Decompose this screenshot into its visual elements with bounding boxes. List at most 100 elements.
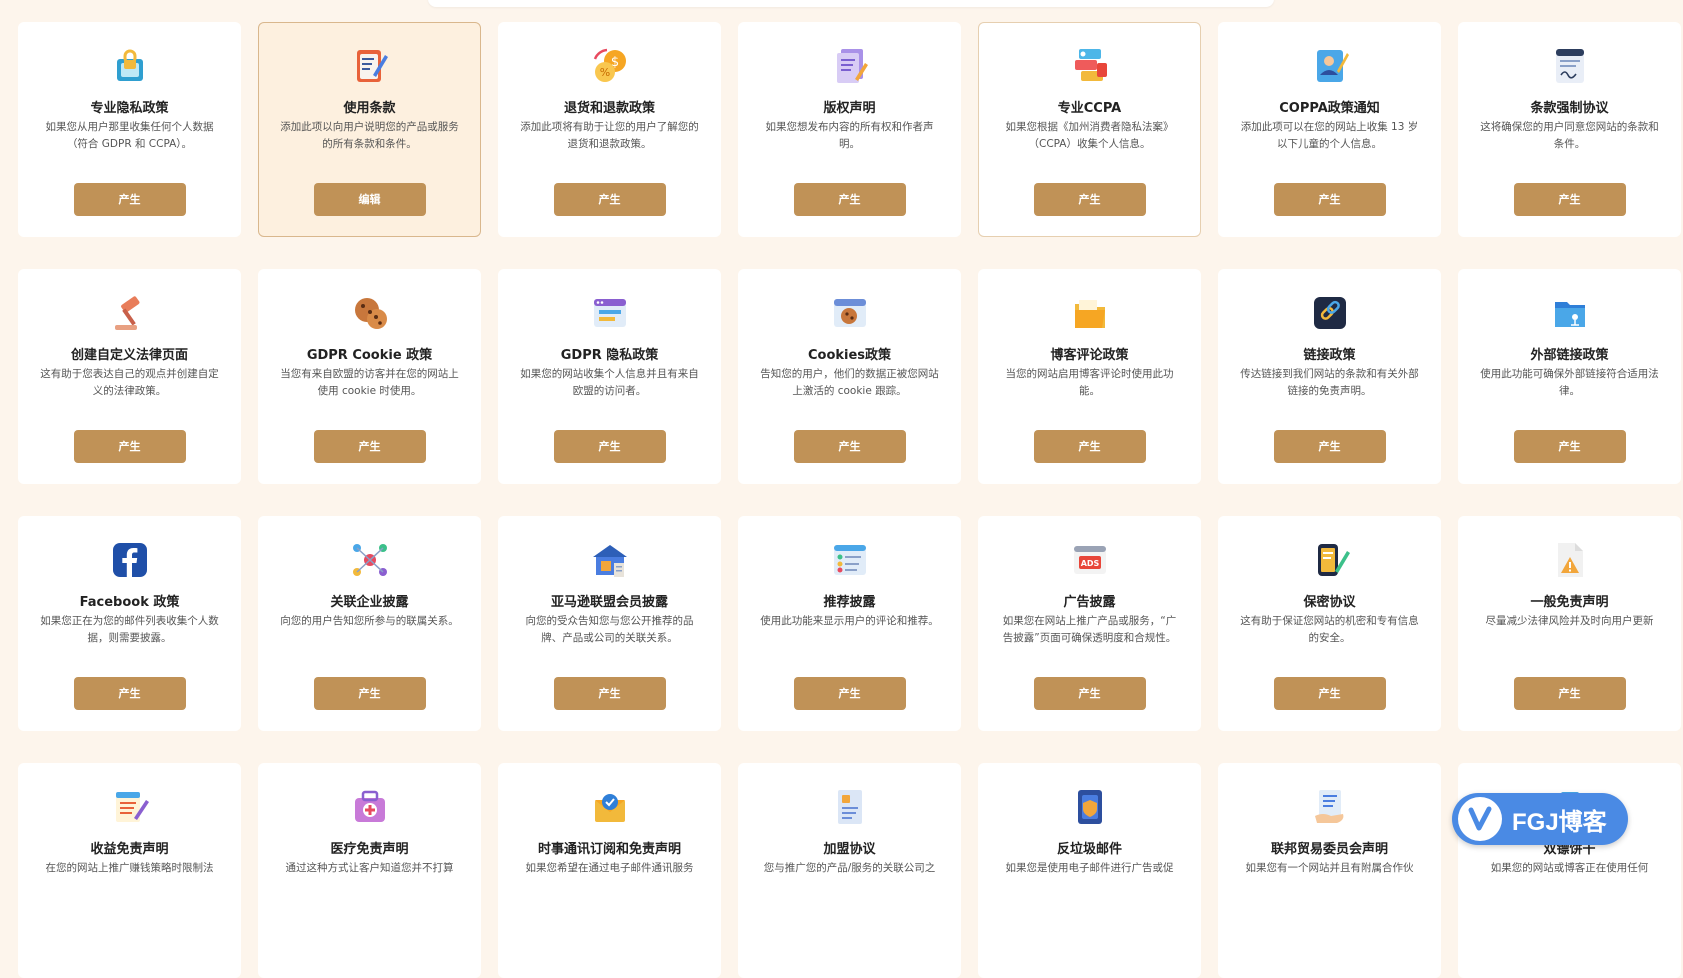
policy-card[interactable]: 链接政策 传达链接到我们网站的条款和有关外部链接的免责声明。 产生 (1218, 269, 1441, 484)
generate-button[interactable]: 产生 (1033, 430, 1146, 463)
policy-card[interactable]: 专业CCPA 如果您根据《加州消费者隐私法案》（CCPA）收集个人信息。产生 (978, 22, 1201, 237)
card-description: 如果您想发布内容的所有权和作者声明。 (765, 121, 934, 150)
mail-check-icon (589, 786, 631, 828)
generate-button[interactable]: 产生 (313, 430, 426, 463)
edit-button[interactable]: 编辑 (313, 183, 426, 216)
card-description: 您与推广您的产品/服务的关联公司之 (763, 862, 936, 874)
policy-card[interactable]: GDPR Cookie 政策当您有来自欧盟的访客并在您的网站上使用 cookie… (258, 269, 481, 484)
id-cards-icon (1069, 45, 1111, 87)
network-folder-icon (1549, 292, 1591, 334)
card-title: 关联企业披露 (330, 595, 409, 610)
policy-card[interactable]: 时事通讯订阅和免责声明 如果您希望在通过电子邮件通讯服务 (498, 763, 721, 978)
browser-window-icon (589, 292, 631, 334)
card-title: 收益免责声明 (90, 842, 169, 857)
generate-button[interactable]: 产生 (1273, 430, 1386, 463)
policy-card-grid: 专业隐私政策 如果您从用户那里收集任何个人数据（符合 GDPR 和 CCPA）。产… (18, 22, 1681, 978)
generate-button[interactable]: 产生 (313, 677, 426, 710)
policy-card[interactable]: GDPR 隐私政策 如果您的网站收集个人信息并且有来自欧盟的访问者。 产生 (498, 269, 721, 484)
card-title: 保密协议 (1303, 595, 1356, 610)
chain-link-icon (1309, 292, 1351, 334)
generate-button[interactable]: 产生 (73, 183, 186, 216)
generate-button[interactable]: 产生 (1273, 677, 1386, 710)
review-list-icon (829, 539, 871, 581)
top-search-bar[interactable] (428, 0, 1274, 7)
generate-button[interactable]: 产生 (1513, 677, 1626, 710)
generate-button[interactable]: 产生 (1273, 183, 1386, 216)
generate-button[interactable]: 产生 (793, 183, 906, 216)
badge-text: FGJ博客 (1512, 808, 1607, 836)
card-description: 如果您有一个网站并且有附属合作伙 (1245, 862, 1414, 874)
policy-card[interactable]: 推荐披露 使用此功能来显示用户的评论和推荐。 产生 (738, 516, 961, 731)
card-description: 这将确保您的用户同意您网站的条款和条件。 (1480, 121, 1659, 150)
card-title: Facebook 政策 (79, 595, 180, 610)
site-watermark-badge: FGJ博客 (1452, 793, 1628, 845)
card-description: 向您的受众告知您与您公开推荐的品牌、产品或公司的关联关系。 (525, 615, 694, 644)
lock-document-icon (109, 45, 151, 87)
generate-button[interactable]: 产生 (1033, 183, 1146, 216)
policy-card[interactable]: 版权声明 如果您想发布内容的所有权和作者声明。 产生 (738, 22, 961, 237)
card-title: Cookies政策 (807, 348, 892, 363)
generate-button[interactable]: 产生 (793, 677, 906, 710)
generate-button[interactable]: 产生 (1033, 677, 1146, 710)
card-description: 这有助于保证您网站的机密和专有信息的安全。 (1240, 615, 1419, 644)
copyright-document-icon (829, 45, 871, 87)
ads-window-icon: ADS (1069, 539, 1111, 581)
policy-card[interactable]: 反垃圾邮件 如果您是使用电子邮件进行广告或促 (978, 763, 1201, 978)
card-title: 外部链接政策 (1530, 348, 1609, 363)
warehouse-icon (589, 539, 631, 581)
card-title: 专业CCPA (1057, 101, 1122, 116)
card-description: 通过这种方式让客户知道您并不打算 (285, 862, 454, 874)
policy-card[interactable]: 创建自定义法律页面 这有助于您表达自己的观点并创建自定义的法律政策。 产生 (18, 269, 241, 484)
card-description: 如果您的网站收集个人信息并且有来自欧盟的访问者。 (520, 368, 699, 397)
policy-card[interactable]: 保密协议这有助于保证您网站的机密和专有信息的安全。产生 (1218, 516, 1441, 731)
card-description: 当您的网站启用博客评论时使用此功能。 (1005, 368, 1174, 397)
card-description: 传达链接到我们网站的条款和有关外部链接的免责声明。 (1240, 368, 1419, 397)
policy-card[interactable]: 关联企业披露 向您的用户告知您所参与的联属关系。 产生 (258, 516, 481, 731)
policy-card[interactable]: 博客评论政策当您的网站启用博客评论时使用此功能。产生 (978, 269, 1201, 484)
generate-button[interactable]: 产生 (553, 183, 666, 216)
card-description: 当您有来自欧盟的访客并在您的网站上使用 cookie 时使用。 (280, 368, 459, 397)
card-description: 如果您希望在通过电子邮件通讯服务 (525, 862, 694, 874)
refund-coins-icon: $% (589, 45, 631, 87)
policy-card[interactable]: 专业隐私政策 如果您从用户那里收集任何个人数据（符合 GDPR 和 CCPA）。产… (18, 22, 241, 237)
policy-card[interactable]: 亚马逊联盟会员披露 向您的受众告知您与您公开推荐的品牌、产品或公司的关联关系。 产生 (498, 516, 721, 731)
signed-agreement-icon (1549, 45, 1591, 87)
policy-card[interactable]: 条款强制协议 这将确保您的用户同意您网站的条款和条件。 产生 (1458, 22, 1681, 237)
facebook-icon (109, 539, 151, 581)
policy-card[interactable]: 外部链接政策 使用此功能可确保外部链接符合适用法律。 产生 (1458, 269, 1681, 484)
card-title: 加盟协议 (823, 842, 876, 857)
generate-button[interactable]: 产生 (793, 430, 906, 463)
policy-card[interactable]: ADS 广告披露 如果您在网站上推广产品或服务，“广告披露”页面可确保透明度和合规性… (978, 516, 1201, 731)
svg-text:%: % (599, 66, 609, 79)
gavel-icon (109, 292, 151, 334)
card-title: 博客评论政策 (1050, 348, 1129, 363)
card-description: 添加此项将有助于让您的用户了解您的退货和退款政策。 (520, 121, 699, 150)
generate-button[interactable]: 产生 (1513, 430, 1626, 463)
card-title: GDPR Cookie 政策 (306, 348, 433, 363)
policy-card[interactable]: 联邦贸易委员会声明 如果您有一个网站并且有附属合作伙 (1218, 763, 1441, 978)
policy-card[interactable]: 使用条款 添加此项以向用户说明您的产品或服务的所有条款和条件。 编辑 (258, 22, 481, 237)
card-description: 添加此项可以在您的网站上收集 13 岁以下儿童的个人信息。 (1240, 121, 1419, 150)
card-title: 医疗免责声明 (330, 842, 409, 857)
card-description: 尽量减少法律风险并及时向用户更新 (1485, 615, 1654, 627)
policy-card[interactable]: $% 退货和退款政策 添加此项将有助于让您的用户了解您的退货和退款政策。 产生 (498, 22, 721, 237)
policy-card[interactable]: 收益免责声明 在您的网站上推广赚钱策略时限制法 (18, 763, 241, 978)
policy-card[interactable]: Facebook 政策 如果您正在为您的邮件列表收集个人数据，则需要披露。 产生 (18, 516, 241, 731)
policy-card[interactable]: 加盟协议您与推广您的产品/服务的关联公司之 (738, 763, 961, 978)
generate-button[interactable]: 产生 (1513, 183, 1626, 216)
generate-button[interactable]: 产生 (73, 677, 186, 710)
generate-button[interactable]: 产生 (553, 677, 666, 710)
child-profile-icon (1309, 45, 1351, 87)
generate-button[interactable]: 产生 (553, 430, 666, 463)
generate-button[interactable]: 产生 (73, 430, 186, 463)
card-title: 专业隐私政策 (90, 101, 169, 116)
card-title: 一般免责声明 (1530, 595, 1609, 610)
hand-document-icon (1309, 786, 1351, 828)
policy-card[interactable]: 一般免责声明尽量减少法律风险并及时向用户更新产生 (1458, 516, 1681, 731)
card-description: 如果您根据《加州消费者隐私法案》（CCPA）收集个人信息。 (1005, 121, 1174, 150)
folder-icon (1069, 292, 1111, 334)
policy-card[interactable]: Cookies政策 告知您的用户，他们的数据正被您网站上激活的 cookie 跟踪… (738, 269, 961, 484)
policy-card[interactable]: 医疗免责声明通过这种方式让客户知道您并不打算 (258, 763, 481, 978)
policy-card[interactable]: COPPA政策通知 添加此项可以在您的网站上收集 13 岁以下儿童的个人信息。 产生 (1218, 22, 1441, 237)
card-description: 如果您在网站上推广产品或服务，“广告披露”页面可确保透明度和合规性。 (1002, 615, 1177, 644)
